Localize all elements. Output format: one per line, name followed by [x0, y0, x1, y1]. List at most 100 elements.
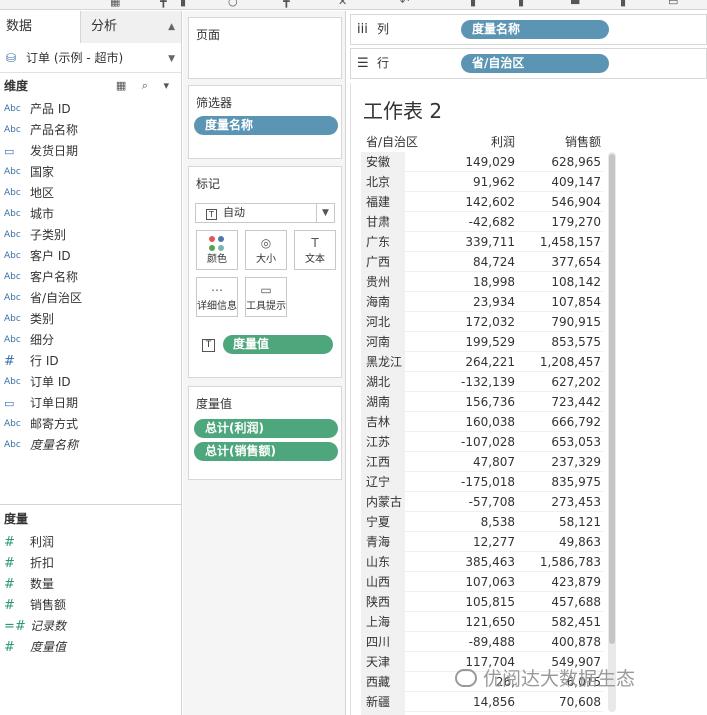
- chevron-down-icon[interactable]: ▼: [316, 204, 334, 222]
- table-row[interactable]: 北京 91,962 409,147: [361, 172, 603, 192]
- filter-pill-measure-names[interactable]: 度量名称: [194, 116, 338, 135]
- measure-value-pill-profit[interactable]: 总计(利润): [194, 419, 338, 438]
- toolbar-button[interactable]: ▭: [668, 0, 682, 8]
- dimension-field[interactable]: ▭ 发货日期: [0, 141, 181, 162]
- rows-shelf[interactable]: ☰ 行 省/自治区: [350, 48, 707, 79]
- marks-card: 标记 T 自动 ▼ 颜色 ◎ 大小 T 文本 ⋯ 详细信息 ▭ 工具提示 T 度…: [188, 166, 342, 378]
- cell-profit: -175,018: [461, 475, 515, 489]
- toolbar-button[interactable]: ✕: [338, 0, 352, 8]
- sheet-title[interactable]: 工作表 2: [363, 95, 442, 124]
- dimension-field[interactable]: Abc 地区: [0, 183, 181, 204]
- filters-card[interactable]: 筛选器 度量名称: [188, 85, 342, 159]
- table-row[interactable]: 吉林 160,038 666,792: [361, 412, 603, 432]
- cell-profit: 12,277: [473, 535, 515, 549]
- toolbar-button[interactable]: ▮: [180, 0, 194, 8]
- table-row[interactable]: 海南 23,934 107,854: [361, 292, 603, 312]
- columns-shelf[interactable]: iii 列 度量名称: [350, 14, 707, 45]
- table-row[interactable]: 黑龙江 264,221 1,208,457: [361, 352, 603, 372]
- mark-type-select[interactable]: T 自动 ▼: [195, 203, 335, 223]
- detail-button[interactable]: ⋯ 详细信息: [196, 277, 238, 317]
- cell-profit: 121,650: [465, 615, 515, 629]
- table-row[interactable]: 四川 -89,488 400,878: [361, 632, 603, 652]
- table-row[interactable]: 广东 339,711 1,458,157: [361, 232, 603, 252]
- datasource[interactable]: ⛁ 订单 (示例 - 超市): [0, 43, 181, 73]
- dimensions-header: 维度 ▦ ⌕ ▾: [0, 73, 181, 99]
- dimension-field[interactable]: Abc 度量名称: [0, 435, 181, 456]
- table-row[interactable]: 湖北 -132,139 627,202: [361, 372, 603, 392]
- toolbar-button[interactable]: ↶: [400, 0, 414, 8]
- measure-field[interactable]: # 折扣: [0, 553, 182, 574]
- table-row[interactable]: 陕西 105,815 457,688: [361, 592, 603, 612]
- table-row[interactable]: 宁夏 8,538 58,121: [361, 512, 603, 532]
- table-row[interactable]: 山东 385,463 1,586,783: [361, 552, 603, 572]
- toolbar-button[interactable]: ▬: [570, 0, 584, 8]
- marks-text-pill[interactable]: 度量值: [223, 335, 333, 354]
- dimension-field[interactable]: Abc 细分: [0, 330, 181, 351]
- dimension-field[interactable]: Abc 城市: [0, 204, 181, 225]
- text-button[interactable]: T 文本: [294, 230, 336, 270]
- number-type-icon: #: [4, 577, 15, 592]
- table-row[interactable]: 青海 12,277 49,863: [361, 532, 603, 552]
- dimension-field-name: 发货日期: [30, 144, 79, 158]
- table-row[interactable]: 上海 121,650 582,451: [361, 612, 603, 632]
- toolbar-button[interactable]: ○: [228, 0, 242, 8]
- dimension-field[interactable]: Abc 省/自治区: [0, 288, 181, 309]
- dimension-field[interactable]: Abc 订单 ID: [0, 372, 181, 393]
- tab-data[interactable]: 数据: [0, 11, 80, 43]
- columns-pill[interactable]: 度量名称: [461, 20, 609, 39]
- dimension-field[interactable]: Abc 邮寄方式: [0, 414, 181, 435]
- header-sales[interactable]: 销售额: [565, 132, 601, 152]
- toolbar-button[interactable]: ▦: [110, 0, 124, 8]
- dimension-field[interactable]: Abc 产品 ID: [0, 99, 181, 120]
- tab-analysis[interactable]: 分析 ▲ ▼: [80, 11, 181, 64]
- table-row[interactable]: 河南 199,529 853,575: [361, 332, 603, 352]
- table-row[interactable]: 广西 84,724 377,654: [361, 252, 603, 272]
- color-button[interactable]: 颜色: [196, 230, 238, 270]
- dimension-field[interactable]: Abc 国家: [0, 162, 181, 183]
- watermark: 优阅达大数据生态: [455, 664, 635, 691]
- scrollbar-thumb[interactable]: [609, 154, 615, 644]
- table-row[interactable]: 内蒙古 -57,708 273,453: [361, 492, 603, 512]
- header-profit[interactable]: 利润: [491, 132, 515, 152]
- dimension-field[interactable]: # 行 ID: [0, 351, 181, 372]
- measure-value-pill-sales[interactable]: 总计(销售额): [194, 442, 338, 461]
- string-type-icon: Abc: [4, 440, 21, 450]
- table-row[interactable]: 甘肃 -42,682 179,270: [361, 212, 603, 232]
- dimension-field[interactable]: Abc 产品名称: [0, 120, 181, 141]
- table-row[interactable]: 江苏 -107,028 653,053: [361, 432, 603, 452]
- measure-field[interactable]: # 销售额: [0, 595, 182, 616]
- updown-arrows-icon[interactable]: ▲ ▼: [168, 11, 175, 75]
- toolbar-button[interactable]: ▮: [620, 0, 634, 8]
- table-row[interactable]: 河北 172,032 790,915: [361, 312, 603, 332]
- dimension-field[interactable]: Abc 客户名称: [0, 267, 181, 288]
- toolbar-button[interactable]: ▮: [518, 0, 532, 8]
- dimension-tools[interactable]: ▦ ⌕ ▾: [116, 73, 175, 99]
- table-row[interactable]: 湖南 156,736 723,442: [361, 392, 603, 412]
- measure-field[interactable]: # 度量值: [0, 637, 182, 658]
- table-row[interactable]: 辽宁 -175,018 835,975: [361, 472, 603, 492]
- table-row[interactable]: 江西 47,807 237,329: [361, 452, 603, 472]
- dimension-field[interactable]: ▭ 订单日期: [0, 393, 181, 414]
- dimension-field[interactable]: Abc 子类别: [0, 225, 181, 246]
- measure-field[interactable]: # 利润: [0, 532, 182, 553]
- size-button[interactable]: ◎ 大小: [245, 230, 287, 270]
- measure-field[interactable]: =# 记录数: [0, 616, 182, 637]
- measure-field[interactable]: # 数量: [0, 574, 182, 595]
- rows-pill[interactable]: 省/自治区: [461, 54, 609, 73]
- table-row[interactable]: 贵州 18,998 108,142: [361, 272, 603, 292]
- toolbar-button[interactable]: ▮: [470, 0, 484, 8]
- vertical-scrollbar[interactable]: [608, 152, 616, 712]
- table-row[interactable]: 安徽 149,029 628,965: [361, 152, 603, 172]
- dimension-field[interactable]: Abc 类别: [0, 309, 181, 330]
- pages-card[interactable]: 页面: [188, 17, 342, 79]
- table-row[interactable]: 山西 107,063 423,879: [361, 572, 603, 592]
- table-row[interactable]: 福建 142,602 546,904: [361, 192, 603, 212]
- header-province[interactable]: 省/自治区: [366, 132, 418, 152]
- tooltip-button[interactable]: ▭ 工具提示: [245, 277, 287, 317]
- dimension-field[interactable]: Abc 客户 ID: [0, 246, 181, 267]
- number-type-icon: #: [4, 354, 15, 369]
- cell-province: 陕西: [366, 595, 391, 609]
- toolbar-button[interactable]: ╋: [160, 0, 174, 8]
- table-row[interactable]: 新疆 14,856 70,608: [361, 692, 603, 712]
- toolbar-button[interactable]: ╋: [283, 0, 297, 8]
